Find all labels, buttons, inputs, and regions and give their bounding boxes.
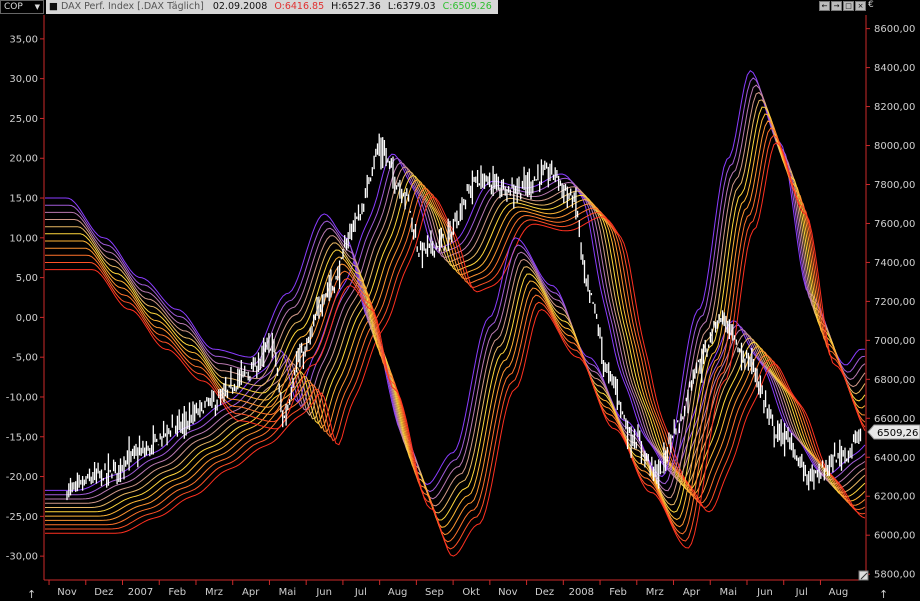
right-tick-label: 7800,00: [874, 180, 915, 191]
chart-frame: [43, 15, 867, 581]
x-tick-label: Jul: [354, 587, 367, 598]
x-tick-label: Mai: [719, 587, 737, 598]
right-tick-label: 8600,00: [874, 24, 915, 35]
x-tick-label: Dez: [535, 587, 554, 598]
left-tick-label: -20,00: [6, 472, 38, 483]
x-tick-label: Apr: [242, 587, 260, 598]
price-bars-group: [66, 133, 862, 501]
x-tick-label: Jun: [756, 587, 773, 598]
right-tick-label: 6800,00: [874, 375, 915, 386]
x-tick-label: 2008: [569, 587, 594, 598]
right-tick-label: 8000,00: [874, 141, 915, 152]
x-tick-label: Jul: [795, 587, 808, 598]
right-tick-label: 6400,00: [874, 453, 915, 464]
right-tick-label: 6600,00: [874, 414, 915, 425]
right-tick-label: 6200,00: [874, 492, 915, 503]
left-tick-label: 0,00: [16, 313, 38, 324]
x-tick-label: Aug: [829, 587, 849, 598]
x-tick-label: Mrz: [205, 587, 223, 598]
oscillator-ribbon-line: [45, 127, 866, 543]
left-tick-label: 35,00: [9, 34, 38, 45]
x-tick-label: Jun: [315, 587, 332, 598]
price-ribbon-line: [45, 157, 866, 496]
x-tick-label: Mrz: [646, 587, 664, 598]
left-tick-label: -30,00: [6, 552, 38, 563]
resize-corner-icon[interactable]: [858, 570, 869, 581]
x-tick-label: Apr: [683, 587, 701, 598]
oscillator-ribbon-line: [45, 70, 865, 486]
right-tick-label: 7000,00: [874, 336, 915, 347]
left-tick-label: -15,00: [6, 432, 38, 443]
last-price-tag-text: 6509,26: [877, 428, 918, 439]
chart[interactable]: 35,00 30,00 25,00 20,00 15,00 10,00 5,00 0,00 -5…: [0, 0, 920, 601]
left-tick-label: 25,00: [9, 114, 38, 125]
x-tick-label: Aug: [388, 587, 408, 598]
right-tick-label: 5800,00: [874, 570, 915, 581]
x-axis: Nov Dez 2007 Feb Mrz Apr Mai Jun Jul Aug Sep Okt Nov…: [48, 580, 849, 598]
x-tick-label: Mai: [279, 587, 297, 598]
left-tick-label: 15,00: [9, 194, 38, 205]
x-tick-label: Okt: [462, 587, 480, 598]
right-tick-label: 8200,00: [874, 102, 915, 113]
left-tick-label: 20,00: [9, 154, 38, 165]
left-tick-label: -5,00: [12, 353, 38, 364]
x-tick-label: Nov: [57, 587, 77, 598]
x-tick-label: Nov: [498, 587, 518, 598]
right-axis: 8600,00 8400,00 8200,00 8000,00 7800,00 7600,…: [866, 24, 915, 581]
right-tick-label: 7400,00: [874, 258, 915, 269]
last-price-tag: 6509,26: [867, 424, 920, 440]
left-tick-label: 5,00: [16, 273, 38, 284]
oscillator-ribbon-line: [45, 84, 866, 500]
x-tick-label: Dez: [94, 587, 113, 598]
left-tick-label: -25,00: [6, 512, 38, 523]
scroll-right-icon[interactable]: ↑: [879, 588, 888, 601]
price-ribbon-line: [45, 153, 866, 491]
scroll-left-icon[interactable]: ↑: [27, 588, 36, 601]
right-tick-label: 7200,00: [874, 297, 915, 308]
left-tick-label: 10,00: [9, 233, 38, 244]
oscillator-ribbon-line: [45, 134, 866, 550]
x-tick-label: Sep: [425, 587, 444, 598]
left-tick-label: -10,00: [6, 392, 38, 403]
right-tick-label: 7600,00: [874, 219, 915, 230]
left-axis: 35,00 30,00 25,00 20,00 15,00 10,00 5,00 0,00 -5…: [6, 34, 44, 563]
x-tick-label: 2007: [128, 587, 153, 598]
x-tick-label: Feb: [609, 587, 627, 598]
x-tick-label: Feb: [168, 587, 186, 598]
ribbon-group: [45, 70, 866, 557]
right-tick-label: 6000,00: [874, 531, 915, 542]
left-tick-label: 30,00: [9, 74, 38, 85]
right-tick-label: 8400,00: [874, 63, 915, 74]
oscillator-ribbon-line: [45, 91, 866, 507]
